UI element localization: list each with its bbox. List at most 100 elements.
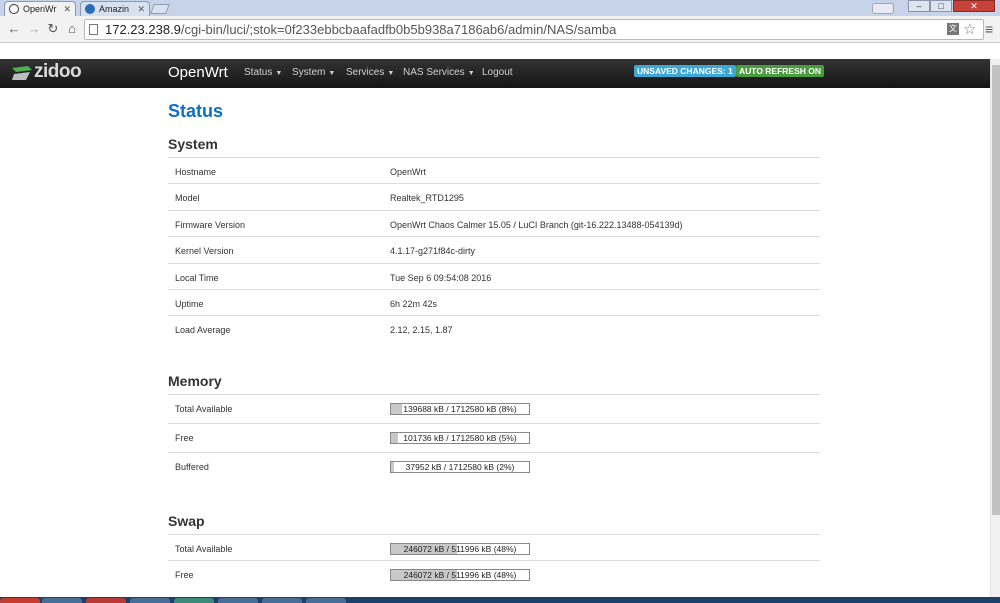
caret-down-icon: ▼ xyxy=(467,70,475,77)
row-value: 2.12, 2.15, 1.87 xyxy=(390,325,453,336)
row-key: Uptime xyxy=(175,298,204,309)
table-row: Total Available 246072 kB / 511996 kB (4… xyxy=(168,534,820,560)
row-value: 6h 22m 42s xyxy=(390,298,438,309)
taskbar-start-button[interactable] xyxy=(0,598,40,603)
zidoo-logo-icon xyxy=(12,66,32,80)
caret-down-icon: ▼ xyxy=(275,70,283,77)
row-key: Hostname xyxy=(175,167,217,177)
minimize-window-button[interactable]: – xyxy=(908,0,930,12)
table-row: Free 101736 kB / 1712580 kB (5%) xyxy=(168,423,820,452)
caret-down-icon: ▼ xyxy=(387,70,395,77)
caret-down-icon: ▼ xyxy=(328,70,336,77)
table-row: Kernel Version 4.1.17-g271f84c-dirty xyxy=(168,236,820,262)
progress-label: 139688 kB / 1712580 kB (8%) xyxy=(403,404,517,414)
table-row: Load Average 2.12, 2.15, 1.87 xyxy=(168,315,820,341)
swap-table: Total Available 246072 kB / 511996 kB (4… xyxy=(168,534,820,587)
openwrt-header-bar: zidoo OpenWrt Status ▼ System ▼ Services ▼ … xyxy=(0,59,1000,88)
table-row: Free 246072 kB / 511996 kB (48%) xyxy=(168,560,820,586)
row-key: Kernel Version xyxy=(175,246,234,257)
table-row: Hostname OpenWrt xyxy=(168,157,820,183)
tab-label: OpenWr xyxy=(23,4,57,14)
taskbar-app-button[interactable] xyxy=(130,598,170,603)
openwrt-brand[interactable]: OpenWrt xyxy=(168,64,228,81)
row-value: Realtek_RTD1295 xyxy=(390,193,464,204)
home-icon[interactable]: ⌂ xyxy=(64,21,80,36)
page-icon xyxy=(89,24,98,35)
page-title: Status xyxy=(168,101,224,121)
taskbar-app-button[interactable] xyxy=(174,598,214,603)
maximize-window-button[interactable]: □ xyxy=(930,0,952,12)
browser-menu-icon[interactable]: ≡ xyxy=(985,21,993,37)
row-key: Local Time xyxy=(175,272,219,283)
row-key: Free xyxy=(175,570,194,581)
memory-buffered-progress-bar: 37952 kB / 1712580 kB (2%) xyxy=(390,461,530,473)
row-key: Buffered xyxy=(175,462,209,472)
table-row: Local Time Tue Sep 6 09:54:08 2016 xyxy=(168,262,820,289)
row-key: Total Available xyxy=(175,544,233,554)
page-scrollbar[interactable] xyxy=(990,59,1000,598)
address-url: 172.23.238.9/cgi-bin/luci/;stok=0f233ebb… xyxy=(105,22,616,37)
auto-refresh-badge[interactable]: AUTO REFRESH ON xyxy=(736,65,825,77)
close-window-button[interactable]: ✕ xyxy=(953,0,995,12)
system-table: Hostname OpenWrt Model Realtek_RTD1295 F… xyxy=(168,157,820,342)
nav-status-label: Status xyxy=(244,67,273,78)
bookmark-star-icon[interactable]: ☆ xyxy=(963,20,976,38)
browser-tab-openwrt[interactable]: OpenWr ✕ xyxy=(4,1,76,16)
table-row: Buffered 37952 kB / 1712580 kB (2%) xyxy=(168,452,820,481)
taskbar-app-button[interactable] xyxy=(262,598,302,603)
memory-free-progress-bar: 101736 kB / 1712580 kB (5%) xyxy=(390,432,530,444)
close-tab-icon[interactable]: ✕ xyxy=(137,2,145,16)
swap-free-progress-bar: 246072 kB / 511996 kB (48%) xyxy=(390,569,530,582)
close-tab-icon[interactable]: ✕ xyxy=(63,2,71,16)
new-tab-button[interactable] xyxy=(150,4,170,14)
progress-label: 101736 kB / 1712580 kB (5%) xyxy=(403,433,517,443)
taskbar-app-button[interactable] xyxy=(86,598,126,603)
nav-logout[interactable]: Logout xyxy=(482,67,513,78)
progress-label: 246072 kB / 511996 kB (48%) xyxy=(403,570,517,581)
url-path: /cgi-bin/luci/;stok=0f233ebbcbaafadfb0b5… xyxy=(180,22,617,37)
browser-toolbar: ← → ↻ ⌂ 172.23.238.9/cgi-bin/luci/;stok=… xyxy=(0,16,1000,43)
scrollbar-thumb[interactable] xyxy=(992,65,1000,515)
openwrt-favicon-icon xyxy=(9,4,19,14)
row-key: Load Average xyxy=(175,325,231,336)
swap-total-progress-bar: 246072 kB / 511996 kB (48%) xyxy=(390,543,530,555)
memory-table: Total Available 139688 kB / 1712580 kB (… xyxy=(168,394,820,481)
forward-arrow-icon[interactable]: → xyxy=(26,21,42,36)
tab-label: Amazin xyxy=(99,4,130,14)
taskbar-app-button[interactable] xyxy=(218,598,258,603)
unsaved-changes-badge[interactable]: UNSAVED CHANGES: 1 xyxy=(634,65,736,77)
swap-section-title: Swap xyxy=(168,513,205,529)
address-bar[interactable]: 172.23.238.9/cgi-bin/luci/;stok=0f233ebb… xyxy=(84,19,984,40)
nav-nas-services-label: NAS Services xyxy=(403,67,465,78)
table-row: Model Realtek_RTD1295 xyxy=(168,183,820,209)
row-key: Model xyxy=(175,193,200,204)
logo-text: zidoo xyxy=(34,61,82,82)
back-arrow-icon[interactable]: ← xyxy=(6,21,22,36)
table-row: Uptime 6h 22m 42s xyxy=(168,288,820,315)
row-value: OpenWrt xyxy=(390,167,426,177)
memory-section-title: Memory xyxy=(168,373,222,389)
reload-icon[interactable]: ↻ xyxy=(45,21,61,37)
row-value: 4.1.17-g271f84c-dirty xyxy=(390,246,476,257)
nav-status[interactable]: Status ▼ xyxy=(244,67,282,78)
row-value: Tue Sep 6 09:54:08 2016 xyxy=(390,272,492,283)
row-key: Free xyxy=(175,433,194,443)
progress-label: 37952 kB / 1712580 kB (2%) xyxy=(405,462,515,472)
taskbar-app-button[interactable] xyxy=(306,598,346,603)
site-favicon-icon xyxy=(85,4,95,14)
nav-nas-services[interactable]: NAS Services ▼ xyxy=(403,67,475,78)
nav-services-label: Services xyxy=(346,67,385,78)
row-key: Firmware Version xyxy=(175,219,246,230)
row-value: OpenWrt Chaos Calmer 15.05 / LuCI Branch… xyxy=(390,219,683,230)
url-host: 172.23.238.9 xyxy=(105,22,181,37)
nav-system[interactable]: System ▼ xyxy=(292,67,335,78)
system-section-title: System xyxy=(168,136,218,152)
taskbar-app-button[interactable] xyxy=(42,598,82,603)
progress-label: 246072 kB / 511996 kB (48%) xyxy=(403,544,517,554)
browser-tab-amazing[interactable]: Amazin ✕ xyxy=(80,1,150,16)
user-profile-button[interactable] xyxy=(872,3,894,14)
nav-services[interactable]: Services ▼ xyxy=(346,67,394,78)
nav-system-label: System xyxy=(292,67,326,78)
translate-icon[interactable]: 文 xyxy=(947,23,959,35)
row-key: Total Available xyxy=(175,404,233,414)
